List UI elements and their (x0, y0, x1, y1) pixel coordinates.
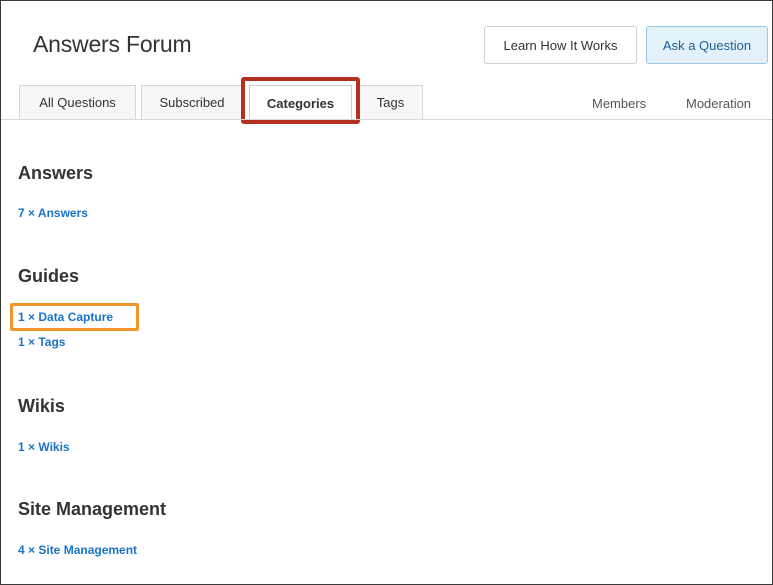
app-frame: Answers Forum Learn How It Works Ask a Q… (0, 0, 773, 585)
category-link-data-capture[interactable]: 1 × Data Capture (18, 310, 113, 324)
section-title-wikis: Wikis (18, 396, 65, 416)
page-title: Answers Forum (33, 31, 192, 57)
category-link-wikis[interactable]: 1 × Wikis (18, 440, 70, 454)
category-link-answers[interactable]: 7 × Answers (18, 206, 88, 220)
tab-tags[interactable]: Tags (358, 85, 423, 119)
tab-subscribed[interactable]: Subscribed (141, 85, 243, 119)
learn-how-it-works-button[interactable]: Learn How It Works (484, 26, 637, 64)
ask-question-button[interactable]: Ask a Question (646, 26, 768, 64)
category-link-site-management[interactable]: 4 × Site Management (18, 543, 137, 557)
category-link-tags[interactable]: 1 × Tags (18, 335, 65, 349)
nav-members-link[interactable]: Members (592, 96, 646, 111)
tab-categories[interactable]: Categories (249, 85, 352, 120)
section-title-answers: Answers (18, 163, 94, 183)
nav-moderation-link[interactable]: Moderation (686, 96, 751, 111)
section-title-guides: Guides (18, 266, 80, 286)
tab-all-questions[interactable]: All Questions (19, 85, 136, 119)
tabs-divider (1, 119, 772, 120)
section-title-site-management: Site Management (18, 499, 167, 519)
